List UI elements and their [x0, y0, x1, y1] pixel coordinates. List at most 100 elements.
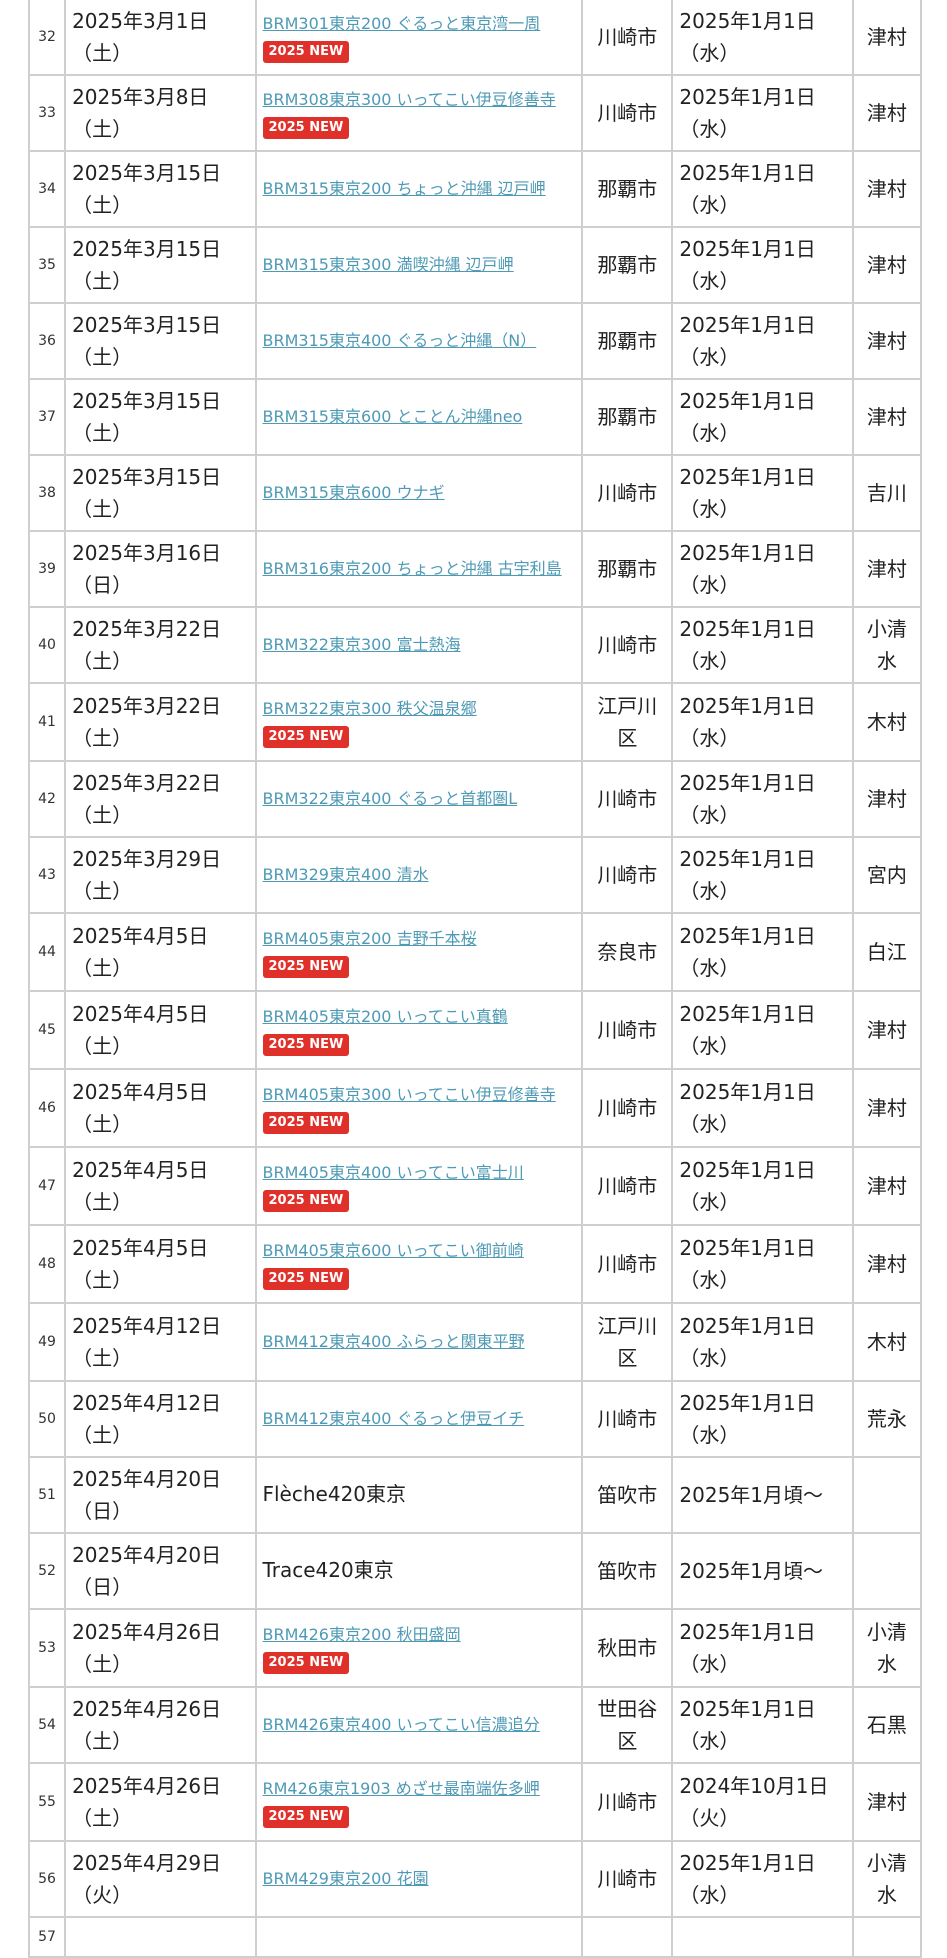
event-date: 2025年4月26日 （土） [64, 1686, 257, 1764]
new-badge: 2025 NEW [262, 1268, 350, 1290]
entry-start: 2025年1月1日 （水） [671, 760, 854, 838]
entry-start-line: 2025年1月1日 [679, 1620, 816, 1644]
entry-start: 2025年1月1日 （水） [671, 454, 854, 532]
event-date-line: 2025年4月5日 [72, 1080, 209, 1104]
entry-start-line: 2025年1月1日 [679, 161, 816, 185]
event-link[interactable]: BRM429東京200 花園 [263, 1869, 429, 1888]
entry-start-line: （水） [679, 1883, 740, 1907]
new-badge: 2025 NEW [262, 1806, 350, 1828]
start-city-line: 那覇市 [597, 253, 658, 277]
event-link[interactable]: BRM315東京300 満喫沖縄 辺戸岬 [263, 255, 514, 274]
schedule-body: 32 2025年3月1日 （土） BRM301東京200 ぐるっと東京湾一周 2025 … [27, 0, 923, 1958]
organizer [851, 1916, 923, 1958]
row-number: 54 [27, 1686, 67, 1764]
event-link[interactable]: BRM322東京400 ぐるっと首都圏L [263, 789, 518, 808]
event-date-line: （土） [72, 1346, 133, 1370]
table-row: 48 2025年4月5日 （土） BRM405東京600 いってこい御前崎 2025 N… [27, 1224, 923, 1304]
event-date: 2025年3月8日 （土） [64, 74, 257, 152]
organizer: 吉川 [851, 454, 923, 532]
entry-start: 2024年10月1日 （火） [671, 1762, 854, 1842]
event-link[interactable]: BRM322東京300 秩父温泉郷 [263, 699, 477, 718]
row-number: 49 [27, 1302, 67, 1382]
event-link[interactable]: BRM405東京300 いってこい伊豆修善寺 [263, 1085, 556, 1104]
event-link[interactable]: BRM315東京600 とことん沖縄neo [263, 407, 523, 426]
event-link[interactable]: RM426東京1903 めざせ最南端佐多岬 [263, 1779, 540, 1798]
event-link[interactable]: BRM316東京200 ちょっと沖縄 古宇利島 [263, 559, 562, 578]
start-city: 江戸川区 [581, 1302, 674, 1382]
organizer: 白江 [851, 912, 923, 992]
organizer: 津村 [851, 226, 923, 304]
start-city: 那覇市 [581, 150, 674, 228]
start-city: 川崎市 [581, 454, 674, 532]
start-city-line: 世田谷 [597, 1697, 658, 1721]
organizer-line: 宮内 [866, 863, 907, 887]
start-city-line: 川崎市 [597, 787, 658, 811]
event-cell: BRM405東京600 いってこい御前崎 2025 NEW [254, 1224, 584, 1304]
event-link[interactable]: BRM405東京200 吉野千本桜 [263, 929, 477, 948]
event-link[interactable]: BRM315東京600 ウナギ [263, 483, 445, 502]
event-link[interactable]: BRM301東京200 ぐるっと東京湾一周 [263, 14, 541, 33]
organizer-line: 津村 [866, 1790, 907, 1814]
event-cell: BRM308東京300 いってこい伊豆修善寺 2025 NEW [254, 74, 584, 152]
organizer-line: 津村 [866, 1018, 907, 1042]
start-city-line: 川崎市 [597, 1174, 658, 1198]
entry-start-line: 2025年1月1日 [679, 1236, 816, 1260]
table-row: 47 2025年4月5日 （土） BRM405東京400 いってこい富士川 2025 N… [27, 1146, 923, 1226]
table-row: 44 2025年4月5日 （土） BRM405東京200 吉野千本桜 2025 NEW 奈… [27, 912, 923, 992]
row-number: 33 [27, 74, 67, 152]
event-link[interactable]: BRM426東京200 秋田盛岡 [263, 1625, 461, 1644]
entry-start-line: （水） [679, 726, 740, 750]
start-city-line: 川崎市 [597, 481, 658, 505]
entry-start: 2025年1月1日 （水） [671, 302, 854, 380]
entry-start: 2025年1月1日 （水） [671, 530, 854, 608]
event-date: 2025年4月12日 （土） [64, 1380, 257, 1458]
event-cell: BRM322東京300 秩父温泉郷 2025 NEW [254, 682, 584, 762]
event-date-line: 2025年3月15日 [72, 465, 222, 489]
entry-start-line: 2025年1月1日 [679, 617, 816, 641]
event-date [64, 1916, 257, 1958]
event-date: 2025年3月15日 （土） [64, 378, 257, 456]
new-badge: 2025 NEW [262, 41, 350, 63]
event-link[interactable]: BRM426東京400 いってこい信濃追分 [263, 1715, 540, 1734]
event-cell: BRM412東京400 ふらっと関東平野 [254, 1302, 584, 1382]
event-date-line: （日） [72, 1575, 133, 1599]
start-city-line: 笛吹市 [597, 1559, 658, 1583]
row-number: 50 [27, 1380, 67, 1458]
event-link[interactable]: BRM329東京400 清水 [263, 865, 429, 884]
entry-start-line: 2025年1月1日 [679, 1391, 816, 1415]
organizer-line: 水 [876, 1883, 897, 1907]
organizer: 荒永 [851, 1380, 923, 1458]
entry-start-line: （水） [679, 956, 740, 980]
event-date-line: 2025年4月5日 [72, 1236, 209, 1260]
entry-start-line: 2025年1月1日 [679, 85, 816, 109]
event-link[interactable]: BRM412東京400 ぐるっと伊豆イチ [263, 1409, 525, 1428]
event-link[interactable]: BRM412東京400 ふらっと関東平野 [263, 1332, 525, 1351]
entry-start: 2025年1月1日 （水） [671, 606, 854, 684]
organizer-line: 津村 [866, 329, 907, 353]
event-link[interactable]: BRM315東京200 ちょっと沖縄 辺戸岬 [263, 179, 546, 198]
organizer-line: 石黒 [866, 1713, 907, 1737]
event-date-line: （土） [72, 1190, 133, 1214]
event-cell: BRM316東京200 ちょっと沖縄 古宇利島 [254, 530, 584, 608]
start-city-line: 川崎市 [597, 1867, 658, 1891]
start-city-line: 那覇市 [597, 405, 658, 429]
event-date-line: 2025年4月5日 [72, 924, 209, 948]
organizer: 木村 [851, 1302, 923, 1382]
event-date-line: 2025年4月29日 [72, 1851, 222, 1875]
event-link[interactable]: BRM315東京400 ぐるっと沖縄（N） [263, 331, 537, 350]
event-link[interactable]: BRM322東京300 富士熱海 [263, 635, 461, 654]
event-link[interactable]: BRM308東京300 いってこい伊豆修善寺 [263, 90, 556, 109]
event-date-line: 2025年3月15日 [72, 313, 222, 337]
entry-start-line: 2025年1月1日 [679, 237, 816, 261]
event-link[interactable]: BRM405東京200 いってこい真鶴 [263, 1007, 508, 1026]
event-link[interactable]: BRM405東京400 いってこい富士川 [263, 1163, 524, 1182]
start-city: 川崎市 [581, 1068, 674, 1148]
event-link[interactable]: BRM405東京600 いってこい御前崎 [263, 1241, 524, 1260]
organizer: 津村 [851, 990, 923, 1070]
event-date-line: （土） [72, 1112, 133, 1136]
table-row: 57 [27, 1916, 923, 1958]
event-date: 2025年3月1日 （土） [64, 0, 257, 76]
event-date-line: 2025年3月22日 [72, 771, 222, 795]
start-city-line: 那覇市 [597, 557, 658, 581]
start-city: 川崎市 [581, 0, 674, 76]
